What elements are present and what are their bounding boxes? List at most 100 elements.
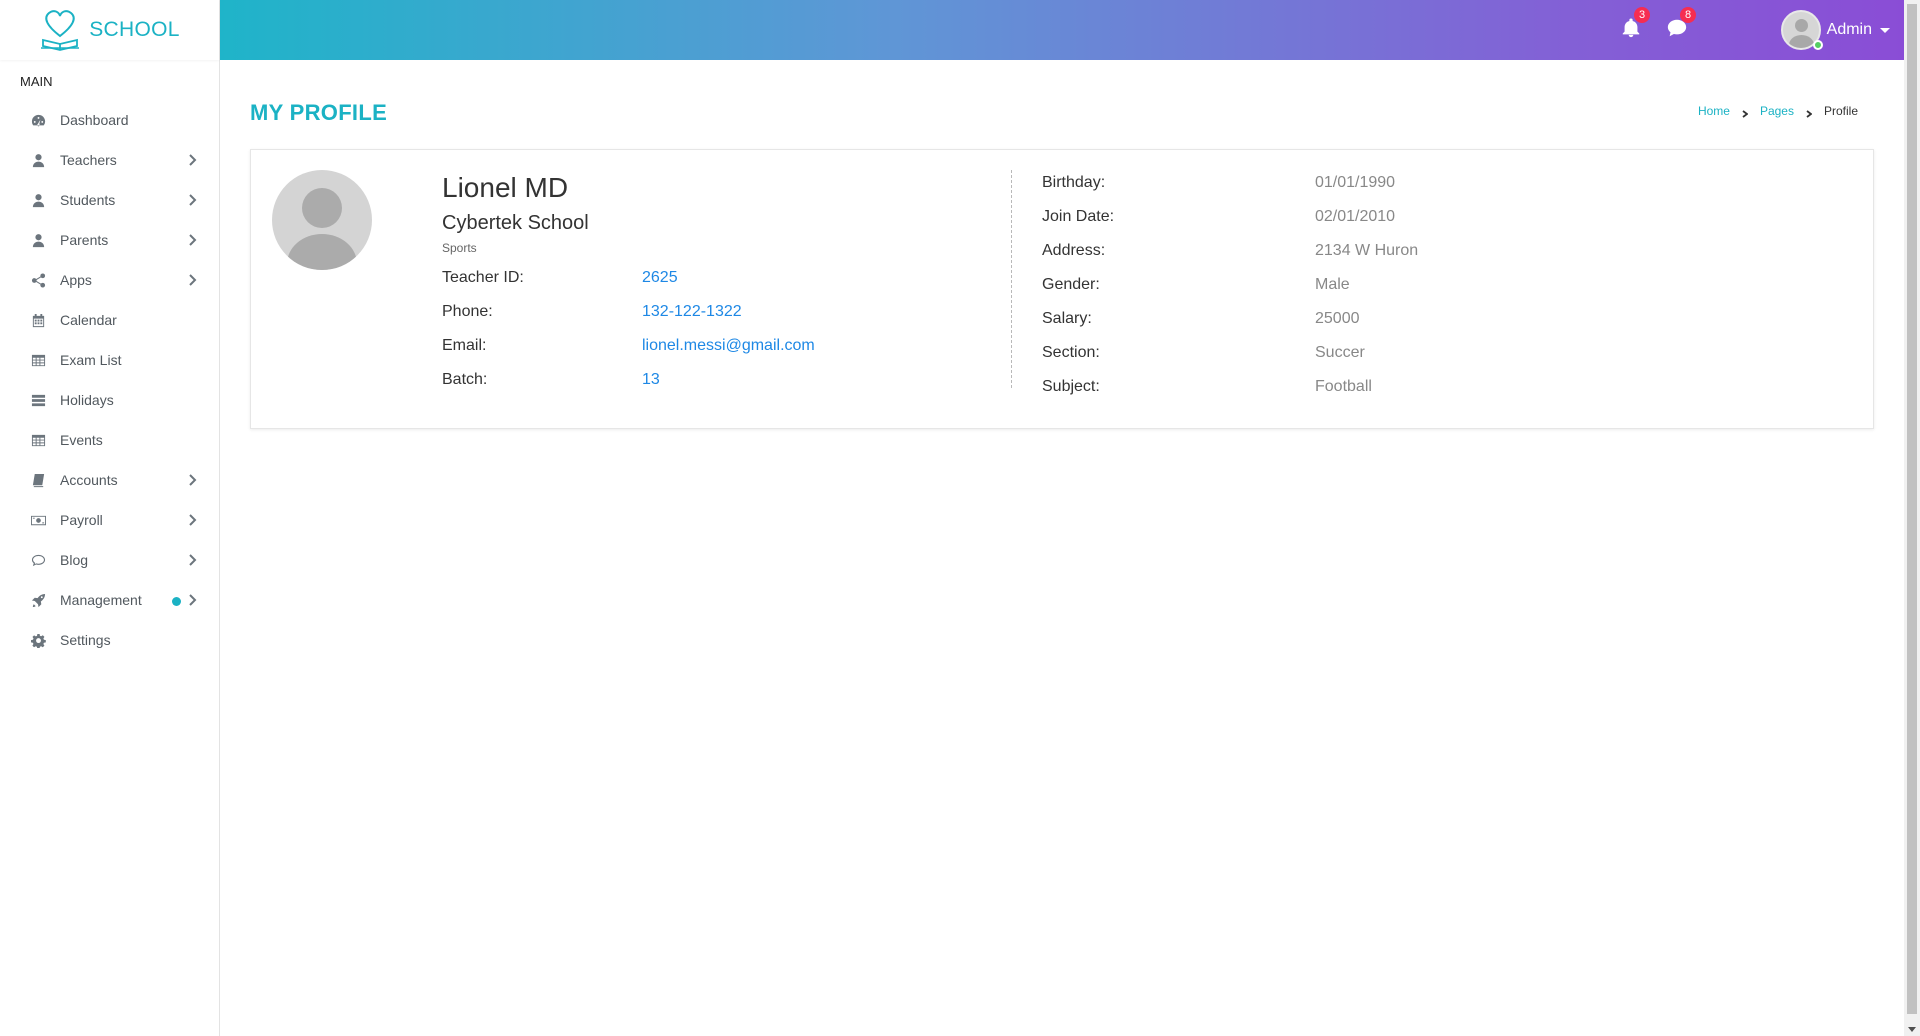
- sidebar-item-label: Blog: [60, 552, 89, 568]
- chevron-right-icon: [1806, 107, 1813, 118]
- sidebar-item-calendar[interactable]: Calendar: [0, 300, 219, 340]
- calendar-icon: [30, 312, 46, 328]
- sidebar-item-apps[interactable]: Apps: [0, 260, 219, 300]
- field-label: Batch:: [442, 371, 488, 388]
- join-date-row: Join Date: 02/01/2010: [1042, 200, 1742, 234]
- sidebar-item-exam-list[interactable]: Exam List: [0, 340, 219, 380]
- messages-button[interactable]: 8: [1666, 7, 1696, 43]
- sidebar-item-label: Apps: [60, 272, 92, 288]
- sidebar-item-label: Dashboard: [60, 112, 129, 128]
- sidebar-item-teachers[interactable]: Teachers: [0, 140, 219, 180]
- scrollbar-thumb[interactable]: [1907, 4, 1917, 1014]
- sidebar-item-label: Holidays: [60, 392, 114, 408]
- gear-icon: [30, 632, 46, 648]
- sidebar-item-blog[interactable]: Blog: [0, 540, 219, 580]
- field-label: Gender:: [1042, 276, 1100, 293]
- scroll-down-arrow-icon[interactable]: [1908, 1027, 1916, 1032]
- field-value: Male: [1315, 276, 1350, 293]
- breadcrumb-pages[interactable]: Pages: [1760, 104, 1794, 118]
- book-icon: [30, 472, 46, 488]
- field-value: 01/01/1990: [1315, 174, 1396, 191]
- sidebar-item-parents[interactable]: Parents: [0, 220, 219, 260]
- field-value: 02/01/2010: [1315, 208, 1396, 225]
- sidebar: SCHOOL MAIN Dashboard Teachers Students Par…: [0, 0, 220, 1036]
- sidebar-item-label: Calendar: [60, 312, 117, 328]
- field-label: Teacher ID:: [442, 269, 524, 286]
- menu-section-title: MAIN: [20, 74, 53, 89]
- chevron-right-icon: [185, 273, 199, 287]
- profile-card: Lionel MD Cybertek School Sports Teacher…: [250, 149, 1874, 429]
- sidebar-item-events[interactable]: Events: [0, 420, 219, 460]
- sidebar-item-holidays[interactable]: Holidays: [0, 380, 219, 420]
- sidebar-item-label: Events: [60, 432, 103, 448]
- online-status-indicator: [1812, 40, 1823, 50]
- breadcrumb: Home Pages Profile: [1698, 104, 1858, 118]
- chevron-right-icon: [185, 473, 199, 487]
- logo[interactable]: SCHOOL: [0, 0, 219, 60]
- user-icon: [30, 232, 46, 248]
- phone-row: Phone: 132-122-1322: [442, 295, 882, 329]
- chevron-right-icon: [185, 553, 199, 567]
- field-label: Birthday:: [1042, 174, 1106, 191]
- sidebar-item-label: Accounts: [60, 472, 118, 488]
- user-name: Admin: [1826, 21, 1872, 38]
- email-row: Email: lionel.messi@gmail.com: [442, 329, 882, 363]
- notifications-badge: 3: [1634, 7, 1650, 23]
- sidebar-item-settings[interactable]: Settings: [0, 620, 219, 660]
- profile-personal-info: Birthday: 01/01/1990 Join Date: 02/01/20…: [1042, 166, 1742, 404]
- field-value: 2134 W Huron: [1315, 242, 1419, 259]
- sidebar-item-label: Students: [60, 192, 116, 208]
- field-value: Succer: [1315, 344, 1365, 361]
- share-icon: [30, 272, 46, 288]
- field-value: 25000: [1315, 310, 1360, 327]
- logo-text: SCHOOL: [89, 18, 180, 41]
- field-label: Subject:: [1042, 378, 1100, 395]
- table-icon: [30, 352, 46, 368]
- chevron-right-icon: [185, 193, 199, 207]
- salary-row: Salary: 25000: [1042, 302, 1742, 336]
- email-link[interactable]: lionel.messi@gmail.com: [642, 337, 815, 355]
- messages-badge: 8: [1680, 7, 1696, 23]
- batch-value[interactable]: 13: [642, 371, 660, 389]
- profile-school: Cybertek School: [442, 212, 589, 234]
- profile-name: Lionel MD: [442, 172, 569, 203]
- sidebar-item-management[interactable]: Management: [0, 580, 219, 620]
- birthday-row: Birthday: 01/01/1990: [1042, 166, 1742, 200]
- page-title: MY PROFILE: [250, 100, 388, 125]
- notifications-button[interactable]: 3: [1620, 7, 1650, 43]
- profile-contact-info: Teacher ID: 2625 Phone: 132-122-1322 Ema…: [442, 261, 882, 397]
- list-icon: [30, 392, 46, 408]
- phone-link[interactable]: 132-122-1322: [642, 303, 742, 321]
- field-label: Address:: [1042, 242, 1106, 259]
- school-logo-icon: [41, 10, 80, 51]
- sidebar-item-accounts[interactable]: Accounts: [0, 460, 219, 500]
- user-icon: [30, 152, 46, 168]
- user-menu[interactable]: Admin: [1780, 10, 1890, 50]
- address-row: Address: 2134 W Huron: [1042, 234, 1742, 268]
- sidebar-menu: Dashboard Teachers Students Parents Apps Cale…: [0, 100, 219, 660]
- sidebar-item-label: Teachers: [60, 152, 117, 168]
- field-label: Section:: [1042, 344, 1100, 361]
- sidebar-item-dashboard[interactable]: Dashboard: [0, 100, 219, 140]
- breadcrumb-current: Profile: [1823, 104, 1858, 118]
- sidebar-item-payroll[interactable]: Payroll: [0, 500, 219, 540]
- page-scrollbar[interactable]: [1904, 0, 1920, 1036]
- field-value: Football: [1315, 378, 1372, 395]
- top-header: 3 8 Admin: [220, 0, 1904, 60]
- sidebar-item-students[interactable]: Students: [0, 180, 219, 220]
- teacher-id-value[interactable]: 2625: [642, 269, 678, 287]
- profile-department: Sports: [442, 241, 477, 255]
- user-icon: [30, 192, 46, 208]
- chevron-right-icon: [1742, 107, 1749, 118]
- batch-row: Batch: 13: [442, 363, 882, 397]
- field-label: Join Date:: [1042, 208, 1115, 225]
- comment-icon: [30, 552, 46, 568]
- section-row: Section: Succer: [1042, 336, 1742, 370]
- breadcrumb-home[interactable]: Home: [1698, 104, 1730, 118]
- sidebar-item-label: Parents: [60, 232, 109, 248]
- money-icon: [30, 512, 46, 528]
- chevron-right-icon: [185, 233, 199, 247]
- sidebar-item-label: Payroll: [60, 512, 103, 528]
- chevron-right-icon: [185, 513, 199, 527]
- subject-row: Subject: Football: [1042, 370, 1742, 404]
